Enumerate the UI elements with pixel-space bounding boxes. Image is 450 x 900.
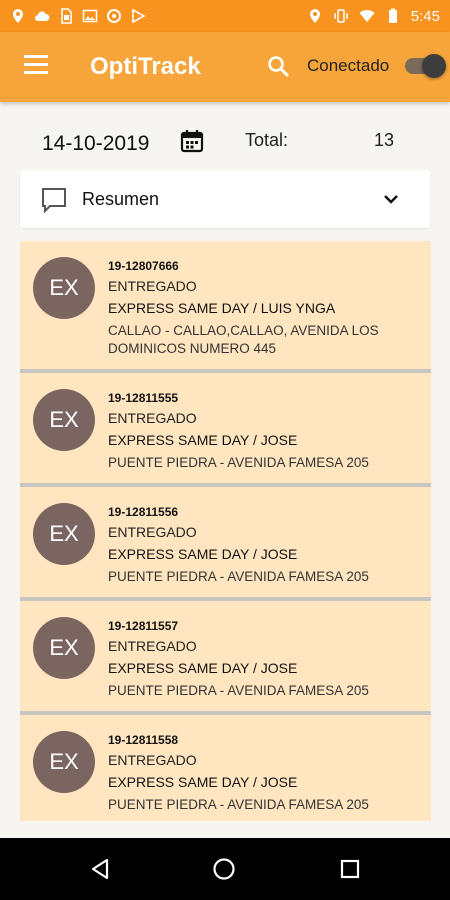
shipment-address: CALLAO - CALLAO,CALLAO, AVENIDA LOS DOMI… (108, 323, 379, 356)
status-bar-time: 5:45 (410, 7, 440, 25)
connection-label: Conectado (307, 56, 390, 75)
shipment-status: ENTREGADO (108, 752, 197, 768)
status-bar: 5:45 (0, 0, 450, 32)
shipment-id: 19-12811558 (108, 733, 179, 747)
recent-apps-icon[interactable] (340, 859, 360, 879)
search-icon[interactable] (266, 54, 290, 78)
shipment-address: PUENTE PIEDRA - AVENIDA FAMESA 205 (108, 455, 369, 470)
play-store-icon (132, 8, 146, 24)
wifi-icon (359, 10, 375, 22)
shipment-address: PUENTE PIEDRA - AVENIDA FAMESA 205 (108, 683, 369, 698)
connection-toggle[interactable] (405, 54, 446, 78)
shipment-item[interactable]: EX 19-12811558 ENTREGADO EXPRESS SAME DA… (20, 715, 431, 821)
avatar: EX (33, 503, 95, 565)
shipment-address: PUENTE PIEDRA - AVENIDA FAMESA 205 (108, 797, 369, 812)
shipment-item[interactable]: EX 19-12811556 ENTREGADO EXPRESS SAME DA… (20, 487, 431, 601)
shipment-id: 19-12811556 (108, 505, 179, 519)
shipment-status: ENTREGADO (108, 278, 197, 294)
avatar: EX (33, 617, 95, 679)
shipment-service: EXPRESS SAME DAY / LUIS YNGA (108, 300, 336, 316)
shipment-id: 19-12811555 (108, 391, 179, 405)
shipment-address: PUENTE PIEDRA - AVENIDA FAMESA 205 (108, 569, 369, 584)
system-nav-bar (0, 838, 450, 900)
summary-label: Resumen (82, 189, 160, 209)
location-icon (309, 9, 320, 23)
shipment-service: EXPRESS SAME DAY / JOSE (108, 660, 298, 676)
home-icon[interactable] (212, 857, 236, 881)
shipment-service: EXPRESS SAME DAY / JOSE (108, 774, 298, 790)
back-icon[interactable] (88, 857, 112, 881)
cloud-icon (35, 11, 50, 21)
toggle-knob (422, 54, 446, 78)
shipment-list: EX 19-12807666 ENTREGADO EXPRESS SAME DA… (20, 241, 431, 821)
vibrate-icon (334, 9, 348, 23)
shipment-item[interactable]: EX 19-12811557 ENTREGADO EXPRESS SAME DA… (20, 601, 431, 715)
app-title: OptiTrack (90, 53, 201, 80)
summary-dropdown[interactable]: Resumen (20, 170, 430, 228)
shipment-status: ENTREGADO (108, 410, 197, 426)
avatar: EX (33, 389, 95, 451)
status-bar-notifications (10, 8, 146, 24)
total-label: Total: (245, 130, 289, 150)
chat-bubble-icon (42, 188, 66, 214)
shipment-id: 19-12811557 (108, 619, 179, 633)
shipment-service: EXPRESS SAME DAY / JOSE (108, 546, 298, 562)
shipment-service: EXPRESS SAME DAY / JOSE (108, 432, 298, 448)
date-filter-row: 14-10-2019 Total: 13 (0, 122, 450, 162)
status-bar-system: 5:45 (307, 8, 440, 25)
shipment-item[interactable]: EX 19-12807666 ENTREGADO EXPRESS SAME DA… (20, 241, 431, 373)
avatar: EX (33, 257, 95, 319)
image-icon (82, 9, 98, 23)
hamburger-menu-icon[interactable] (24, 55, 48, 77)
circle-icon (107, 9, 121, 23)
date-value[interactable]: 14-10-2019 (42, 132, 149, 156)
shipment-status: ENTREGADO (108, 638, 197, 654)
location-icon (13, 9, 23, 23)
shipment-status: ENTREGADO (108, 524, 197, 540)
app-bar: OptiTrack Conectado (0, 32, 450, 102)
calendar-icon[interactable] (179, 128, 205, 154)
chevron-down-icon (384, 195, 398, 204)
battery-icon (388, 8, 397, 23)
sim-card-icon (61, 8, 72, 24)
shipment-item[interactable]: EX 19-12811555 ENTREGADO EXPRESS SAME DA… (20, 373, 431, 487)
total-value: 13 (374, 130, 395, 150)
avatar: EX (33, 731, 95, 793)
shipment-id: 19-12807666 (108, 259, 179, 273)
